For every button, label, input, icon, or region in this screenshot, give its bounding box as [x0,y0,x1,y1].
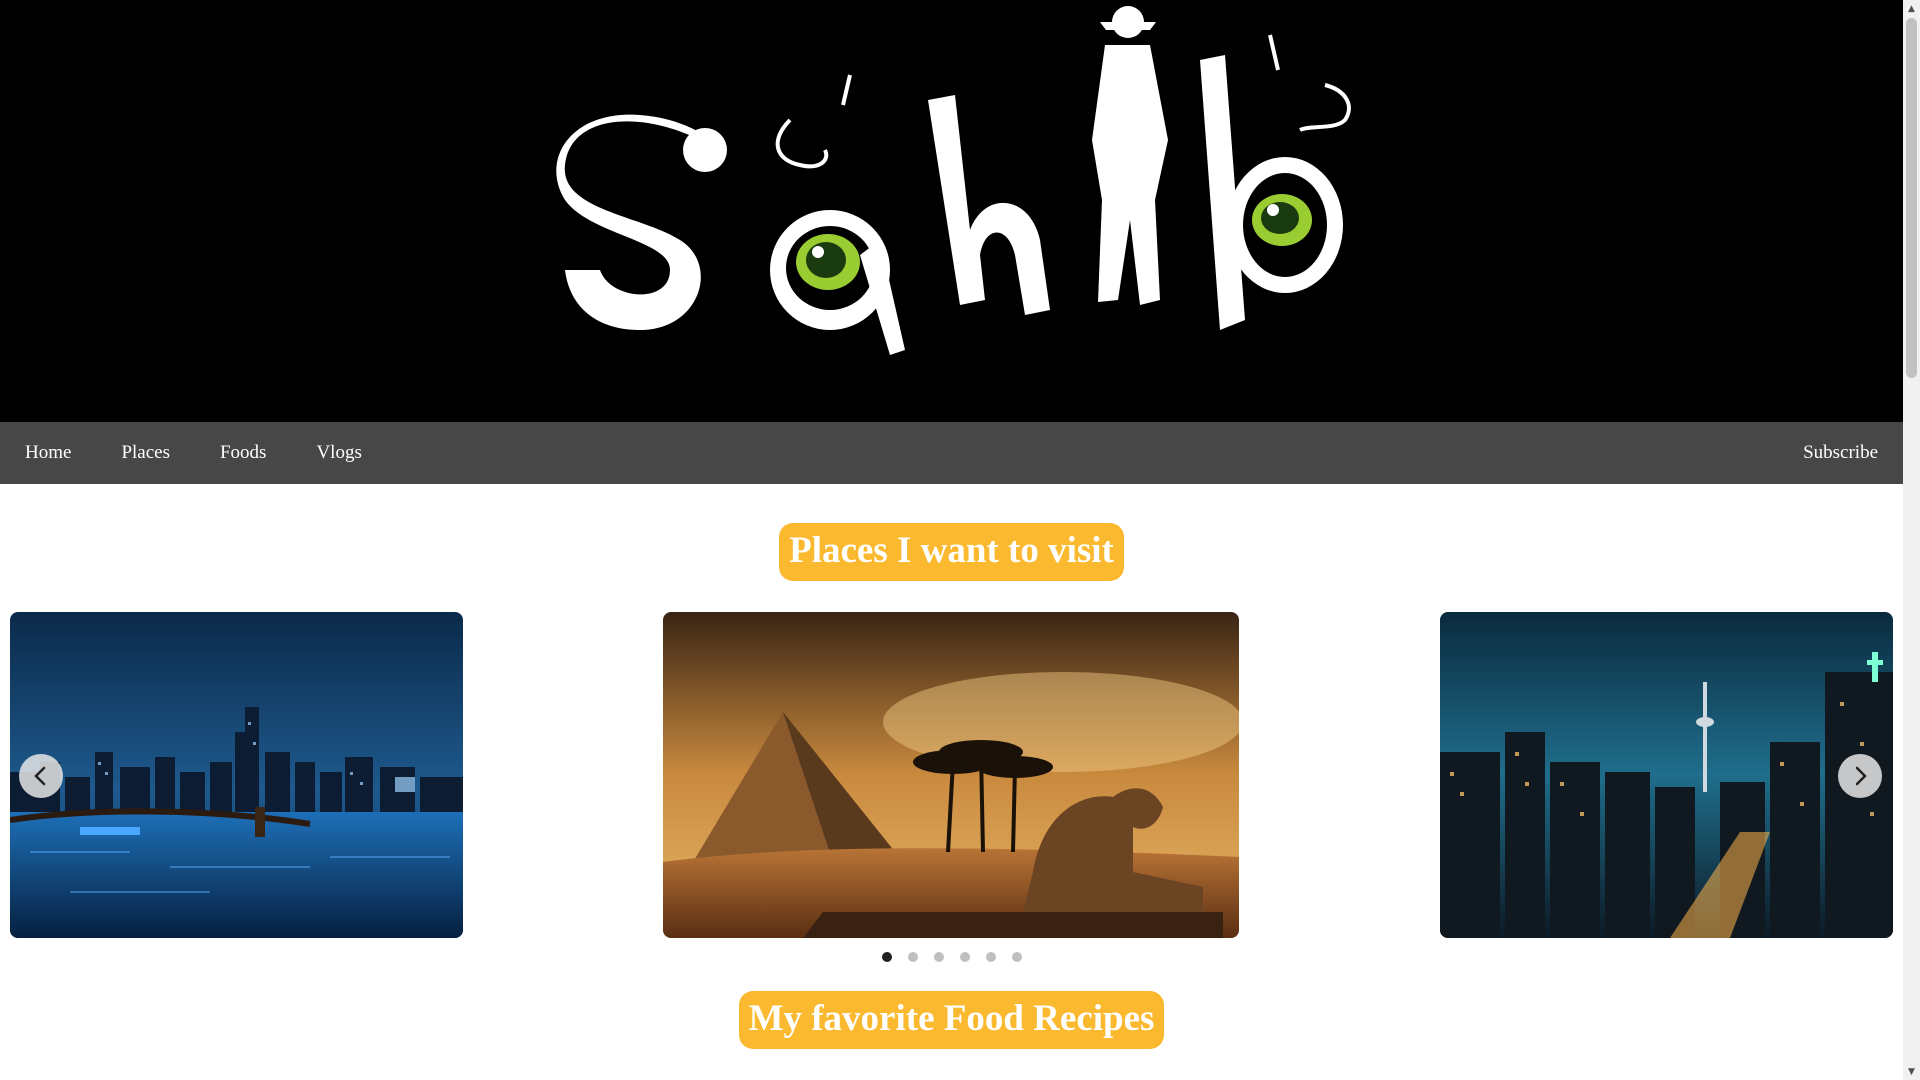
food-heading: My favorite Food Recipes [738,991,1165,1049]
carousel-next-button[interactable] [1838,754,1882,798]
places-heading: Places I want to visit [779,523,1124,581]
places-carousel [0,612,1903,972]
carousel-slide-newyork[interactable] [10,612,463,938]
carousel-dot[interactable] [1011,952,1022,962]
scroll-down-icon[interactable]: ▼ [1903,1063,1920,1080]
scroll-up-icon[interactable]: ▲ [1903,0,1920,17]
header-banner: Sahib [0,0,1903,422]
sahib-logo: Sahib [556,6,1351,381]
logo-text: Sahib [950,379,953,381]
nav-item-subscribe[interactable]: Subscribe [1778,422,1903,484]
carousel-slide-egypt[interactable] [663,612,1239,938]
carousel-dot[interactable] [881,952,892,962]
food-heading-wrapper: My favorite Food Recipes [0,991,1903,1049]
places-heading-wrapper: Places I want to visit [0,523,1903,581]
chevron-left-icon [34,766,46,786]
page-scrollbar[interactable]: ▲ ▼ [1903,0,1920,1080]
carousel-prev-button[interactable] [19,754,63,798]
carousel-dot[interactable] [985,952,996,962]
nav-item-foods[interactable]: Foods [195,422,291,484]
carousel-dot[interactable] [959,952,970,962]
toronto-cn-tower-night-icon [1440,612,1893,938]
carousel-dots [0,952,1903,962]
pyramids-sphinx-desert-icon [663,612,1239,938]
scroll-thumb[interactable] [1906,18,1917,378]
main-nav: Home Places Foods Vlogs Subscribe [0,422,1903,484]
chevron-right-icon [1855,766,1867,786]
page: Sahib Home Places Foods Vlogs Subscribe … [0,0,1903,1080]
nav-item-vlogs[interactable]: Vlogs [291,422,386,484]
carousel-dot[interactable] [907,952,918,962]
carousel-dot[interactable] [933,952,944,962]
carousel-slide-toronto[interactable] [1440,612,1893,938]
nav-item-places[interactable]: Places [96,422,195,484]
new-york-skyline-night-icon [10,612,463,938]
nav-item-home[interactable]: Home [0,422,96,484]
